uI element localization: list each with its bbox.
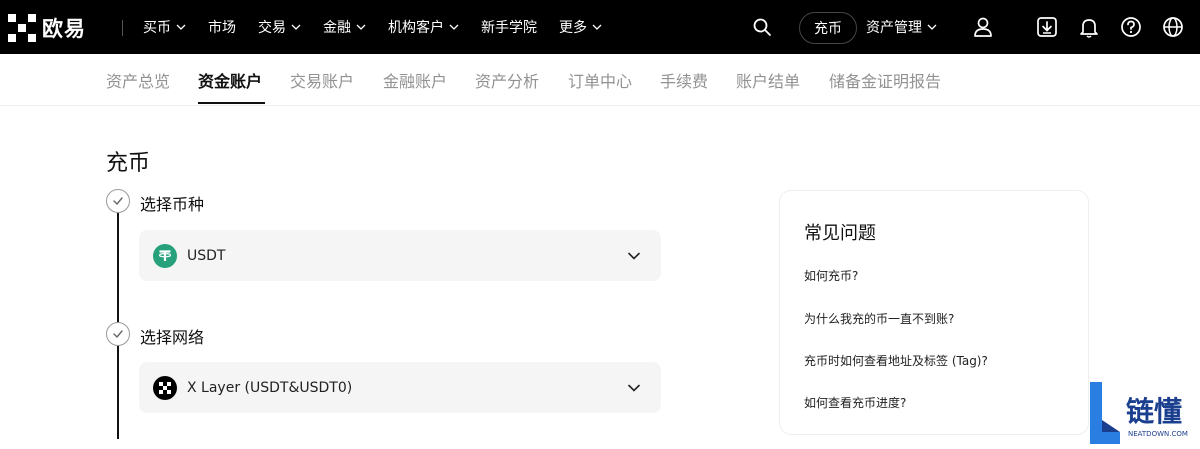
watermark-text: 链懂	[1126, 395, 1183, 428]
faq-card: 常见问题 如何充币? 为什么我充的币一直不到账? 充币时如何查看地址及标签 (T…	[779, 190, 1089, 435]
step-2-label: 选择网络	[140, 328, 205, 347]
help-icon	[1121, 17, 1141, 37]
globe-icon	[1163, 17, 1183, 37]
coin-select-value: USDT	[187, 247, 226, 264]
faq-link[interactable]: 如何查看充币进度?	[804, 394, 906, 411]
nav-divider	[122, 20, 123, 36]
usdt-coin-icon	[153, 243, 177, 268]
chevron-down-icon	[628, 252, 640, 260]
tab-funding-account[interactable]: 资金账户	[198, 68, 262, 92]
menu-trade[interactable]: 交易	[258, 17, 301, 37]
menu-label: 金融	[323, 20, 351, 36]
search-button[interactable]	[750, 15, 774, 39]
account-button[interactable]	[971, 15, 995, 39]
step-1-check	[106, 189, 130, 213]
logo-text: 欧易	[42, 17, 86, 41]
chevron-down-icon	[628, 384, 640, 392]
chevron-down-icon	[356, 24, 366, 30]
menu-finance[interactable]: 金融	[323, 17, 366, 37]
menu-more[interactable]: 更多	[559, 17, 602, 37]
faq-title: 常见问题	[804, 223, 876, 244]
notifications-button[interactable]	[1077, 15, 1101, 39]
menu-buy-crypto[interactable]: 买币	[143, 17, 186, 37]
tab-trading-account[interactable]: 交易账户	[290, 68, 354, 92]
menu-label: 新手学院	[481, 20, 537, 36]
bell-icon	[1080, 19, 1098, 38]
menu-institutional[interactable]: 机构客户	[388, 17, 459, 37]
tab-fees[interactable]: 手续费	[660, 68, 708, 92]
tab-proof-of-reserves[interactable]: 储备金证明报告	[829, 68, 941, 92]
faq-link[interactable]: 充币时如何查看地址及标签 (Tag)?	[804, 352, 988, 369]
okx-logo-mark-icon	[8, 14, 36, 42]
step-1-label: 选择币种	[140, 195, 205, 214]
download-icon	[1037, 17, 1057, 37]
faq-link[interactable]: 如何充币?	[804, 267, 858, 284]
menu-learn[interactable]: 新手学院	[481, 17, 537, 37]
chevron-down-icon	[291, 24, 301, 30]
user-icon	[974, 17, 992, 37]
tab-finance-account[interactable]: 金融账户	[383, 68, 447, 92]
menu-label: 买币	[143, 20, 171, 36]
chevron-down-icon	[449, 24, 459, 30]
tab-asset-overview[interactable]: 资产总览	[106, 68, 170, 92]
download-app-button[interactable]	[1035, 15, 1059, 39]
tab-account-statement[interactable]: 账户结单	[736, 68, 800, 92]
faq-link[interactable]: 为什么我充的币一直不到账?	[804, 310, 954, 327]
asset-management-menu[interactable]: 资产管理	[866, 0, 937, 54]
tab-asset-analysis[interactable]: 资产分析	[475, 68, 539, 92]
watermark-l-icon	[1090, 382, 1120, 444]
checkmark-icon	[113, 197, 123, 206]
network-select-value: X Layer (USDT&USDT0)	[187, 379, 353, 396]
menu-label: 市场	[208, 20, 236, 36]
network-select[interactable]: X Layer (USDT&USDT0)	[139, 362, 661, 413]
okx-logo[interactable]: 欧易	[8, 14, 86, 42]
chevron-down-icon	[176, 24, 186, 30]
menu-label: 机构客户	[388, 20, 444, 36]
coin-select[interactable]: USDT	[139, 230, 661, 281]
main-menu: 买币 市场 交易 金融 机构客户 新手学院 更多	[143, 0, 624, 54]
active-tab-indicator	[198, 102, 265, 104]
menu-label: 交易	[258, 20, 286, 36]
help-button[interactable]	[1119, 15, 1143, 39]
tab-order-center[interactable]: 订单中心	[568, 68, 632, 92]
top-navigation-bar: 欧易 买币 市场 交易 金融 机构客户 新手学院 更多 充币 资产管理	[0, 0, 1200, 54]
deposit-button[interactable]: 充币	[799, 12, 857, 44]
page-title: 充币	[106, 151, 151, 176]
step-2-check	[106, 322, 130, 346]
watermark-logo: 链懂 NEATDOWN.COM	[1088, 380, 1200, 449]
watermark-subtext: NEATDOWN.COM	[1128, 430, 1188, 438]
asset-sub-tabs: 资产总览 资金账户 交易账户 金融账户 资产分析 订单中心 手续费 账户结单 储…	[0, 54, 1200, 106]
asset-management-label: 资产管理	[866, 20, 922, 36]
xlayer-network-icon	[153, 375, 177, 400]
checkmark-icon	[113, 330, 123, 339]
chevron-down-icon	[927, 24, 937, 30]
menu-markets[interactable]: 市场	[208, 17, 236, 37]
search-icon	[753, 18, 771, 36]
menu-label: 更多	[559, 20, 587, 36]
language-button[interactable]	[1161, 15, 1185, 39]
chevron-down-icon	[592, 24, 602, 30]
